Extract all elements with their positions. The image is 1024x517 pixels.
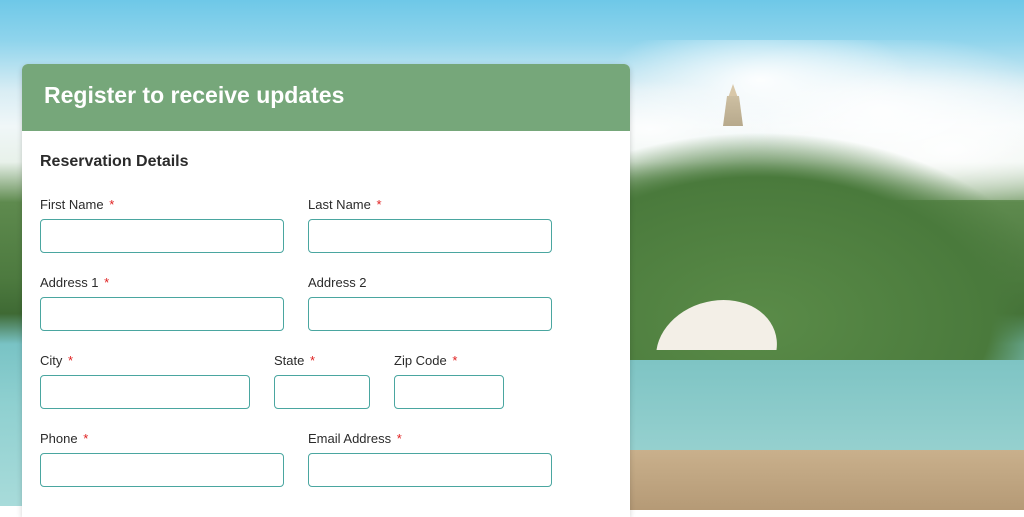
required-marker: * [104, 275, 109, 290]
required-marker: * [377, 197, 382, 212]
required-marker: * [109, 197, 114, 212]
label-address1: Address 1 * [40, 275, 284, 290]
address1-input[interactable] [40, 297, 284, 331]
last-name-input[interactable] [308, 219, 552, 253]
required-marker: * [397, 431, 402, 446]
row-contact: Phone * Email Address * [40, 431, 612, 487]
label-zip-text: Zip Code [394, 353, 447, 368]
field-address2: Address 2 [308, 275, 552, 331]
card-header: Register to receive updates [22, 64, 630, 131]
bg-pagoda [718, 84, 748, 132]
label-phone: Phone * [40, 431, 284, 446]
label-zip: Zip Code * [394, 353, 504, 368]
card-title: Register to receive updates [44, 82, 344, 108]
field-address1: Address 1 * [40, 275, 284, 331]
address2-input[interactable] [308, 297, 552, 331]
label-email-text: Email Address [308, 431, 391, 446]
label-first-name-text: First Name [40, 197, 104, 212]
required-marker: * [68, 353, 73, 368]
label-state-text: State [274, 353, 304, 368]
row-name: First Name * Last Name * [40, 197, 612, 253]
phone-input[interactable] [40, 453, 284, 487]
bg-umbrella [660, 300, 780, 370]
email-input[interactable] [308, 453, 552, 487]
label-city-text: City [40, 353, 62, 368]
row-address: Address 1 * Address 2 [40, 275, 612, 331]
state-input[interactable] [274, 375, 370, 409]
field-zip: Zip Code * [394, 353, 504, 409]
label-address1-text: Address 1 [40, 275, 99, 290]
label-state: State * [274, 353, 370, 368]
label-last-name: Last Name * [308, 197, 552, 212]
field-city: City * [40, 353, 250, 409]
field-phone: Phone * [40, 431, 284, 487]
label-last-name-text: Last Name [308, 197, 371, 212]
label-city: City * [40, 353, 250, 368]
required-marker: * [83, 431, 88, 446]
city-input[interactable] [40, 375, 250, 409]
field-last-name: Last Name * [308, 197, 552, 253]
registration-card: Register to receive updates Reservation … [22, 64, 630, 517]
label-email: Email Address * [308, 431, 552, 446]
field-state: State * [274, 353, 370, 409]
field-email: Email Address * [308, 431, 552, 487]
first-name-input[interactable] [40, 219, 284, 253]
required-marker: * [452, 353, 457, 368]
zip-input[interactable] [394, 375, 504, 409]
section-title: Reservation Details [40, 153, 612, 171]
row-city-state-zip: City * State * Zip Code * [40, 353, 612, 409]
field-first-name: First Name * [40, 197, 284, 253]
label-phone-text: Phone [40, 431, 78, 446]
label-first-name: First Name * [40, 197, 284, 212]
label-address2-text: Address 2 [308, 275, 367, 290]
bg-deck [600, 450, 1024, 510]
card-body: Reservation Details First Name * Last Na… [22, 131, 630, 517]
required-marker: * [310, 353, 315, 368]
label-address2: Address 2 [308, 275, 552, 290]
